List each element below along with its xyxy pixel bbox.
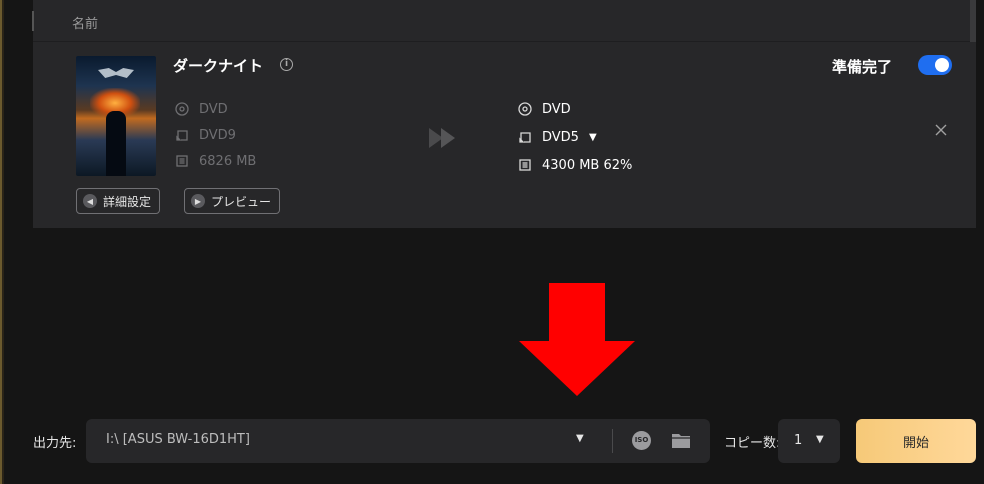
disc-icon — [517, 101, 533, 117]
target-size-label: 4300 MB 62% — [542, 157, 633, 173]
disc-icon — [174, 101, 190, 117]
info-icon[interactable]: i — [280, 58, 293, 71]
disc-format-icon — [517, 129, 533, 145]
copies-label: コピー数: — [724, 436, 781, 451]
source-format: DVD9 — [174, 127, 236, 143]
chevron-down-icon[interactable]: ▼ — [576, 433, 584, 444]
left-edge-line — [0, 0, 2, 484]
movie-poster — [76, 56, 156, 176]
disc-item-panel: 名前 ダークナイト i DVD DVD9 6826 MB DVD DVD5 ▼ … — [32, 0, 976, 228]
target-size: 4300 MB 62% — [517, 157, 632, 173]
iso-icon[interactable]: ISO — [632, 431, 651, 450]
movie-title: ダークナイト — [173, 57, 264, 75]
ready-toggle[interactable] — [918, 55, 952, 75]
start-button[interactable]: 開始 — [856, 419, 976, 463]
source-type: DVD — [174, 101, 228, 117]
preview-button[interactable]: ▶ プレビュー — [184, 188, 281, 214]
red-arrow-annotation — [519, 283, 635, 396]
start-label: 開始 — [902, 435, 929, 451]
convert-arrow-icon — [429, 128, 455, 148]
source-size-label: 6826 MB — [199, 153, 257, 169]
target-format-select[interactable]: DVD5 ▼ — [517, 129, 597, 145]
header-divider — [32, 11, 34, 31]
preview-label: プレビュー — [211, 194, 272, 209]
output-destination-select[interactable]: I:\ [ASUS BW-16D1HT] ▼ ISO — [86, 419, 710, 463]
scrollbar[interactable] — [970, 0, 976, 42]
status-label: 準備完了 — [832, 58, 893, 76]
copies-select[interactable]: 1 ▼ — [778, 419, 840, 463]
chevron-down-icon[interactable]: ▼ — [816, 434, 824, 445]
source-format-label: DVD9 — [199, 127, 236, 143]
poster-logo — [98, 68, 134, 78]
play-icon: ▶ — [191, 194, 205, 208]
target-type: DVD — [517, 101, 571, 117]
output-value: I:\ [ASUS BW-16D1HT] — [106, 432, 250, 447]
disc-format-icon — [174, 127, 190, 143]
close-icon[interactable] — [933, 122, 949, 138]
target-format-label: DVD5 — [542, 129, 579, 145]
size-icon — [517, 157, 533, 173]
column-name-label: 名前 — [72, 17, 99, 32]
source-type-label: DVD — [199, 101, 228, 117]
list-header: 名前 — [32, 0, 976, 42]
poster-figure — [106, 111, 126, 176]
source-size: 6826 MB — [174, 153, 256, 169]
settings-icon: ◀ — [83, 194, 97, 208]
copies-value: 1 — [794, 433, 803, 448]
size-icon — [174, 153, 190, 169]
folder-icon[interactable] — [671, 432, 691, 449]
app-window: 名前 ダークナイト i DVD DVD9 6826 MB DVD DVD5 ▼ … — [0, 0, 984, 484]
target-type-label: DVD — [542, 101, 571, 117]
output-label: 出力先: — [33, 436, 77, 451]
chevron-down-icon[interactable]: ▼ — [589, 132, 597, 143]
toggle-knob — [935, 58, 949, 72]
advanced-settings-button[interactable]: ◀ 詳細設定 — [76, 188, 161, 214]
advanced-settings-label: 詳細設定 — [103, 194, 152, 209]
divider — [612, 429, 613, 453]
